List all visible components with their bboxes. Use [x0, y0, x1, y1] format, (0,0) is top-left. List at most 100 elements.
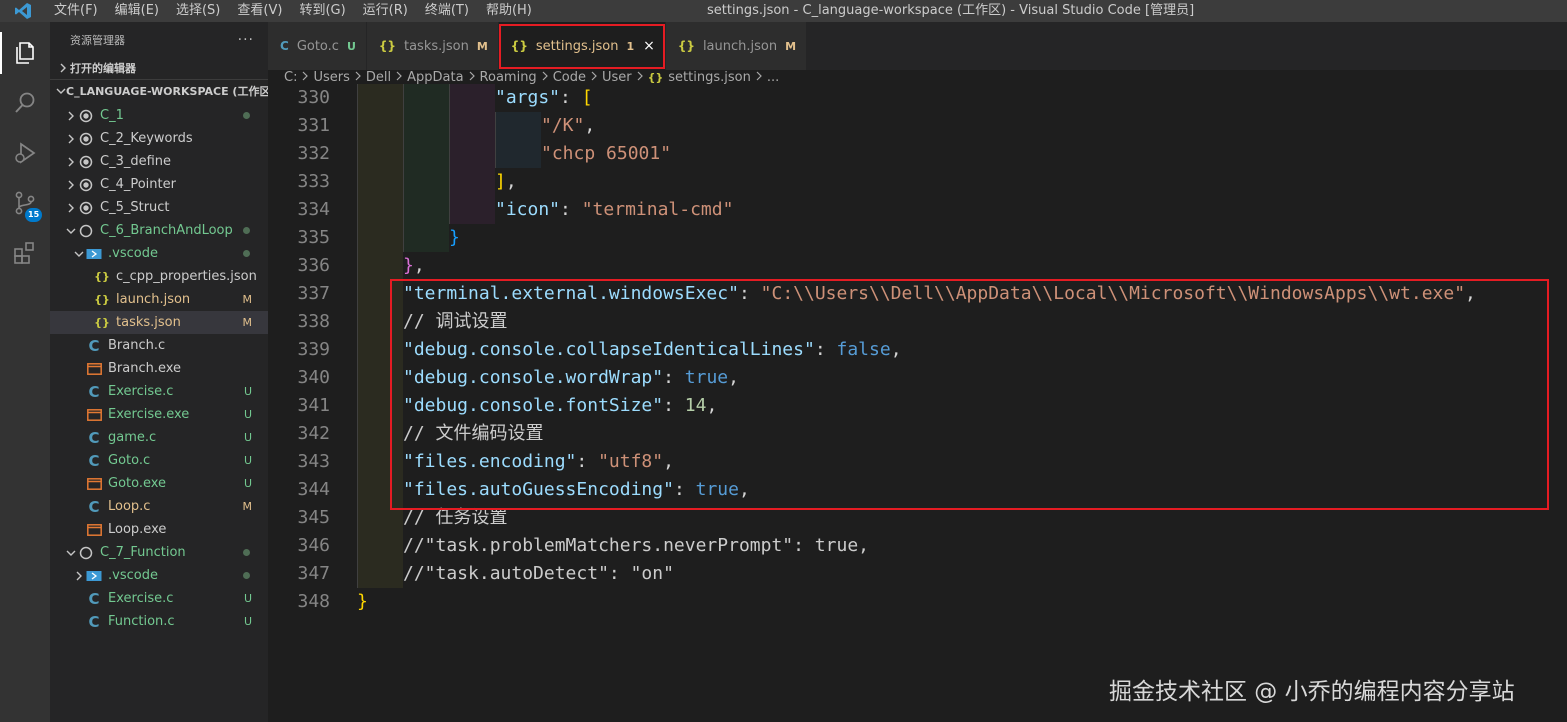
menu-item[interactable]: 查看(V) — [229, 0, 291, 22]
menu-item[interactable]: 编辑(E) — [107, 0, 168, 22]
run-debug-icon[interactable] — [0, 128, 50, 178]
menu-item[interactable]: 终端(T) — [417, 0, 478, 22]
tree-item[interactable]: {} tasks.json M — [50, 311, 268, 334]
explorer-icon[interactable] — [0, 28, 50, 78]
breadcrumb-item[interactable]: Users — [313, 70, 349, 85]
menu-item[interactable]: 运行(R) — [355, 0, 417, 22]
folder-root-open-icon — [78, 546, 94, 560]
breadcrumb-item[interactable]: User — [602, 70, 632, 85]
code-line: 344 "files.autoGuessEncoding": true, — [268, 476, 1567, 504]
tree-item[interactable]: Goto.exe U — [50, 472, 268, 495]
watermark: 掘金技术社区 @ 小乔的编程内容分享站 — [1109, 679, 1515, 705]
tree-item[interactable]: C_6_BranchAndLoop — [50, 219, 268, 242]
chevron-right-icon — [64, 111, 78, 121]
folder-root-icon — [78, 132, 94, 146]
tree-item[interactable]: {} c_cpp_properties.json — [50, 265, 268, 288]
code-editor[interactable]: 330 "args": [331 "/K", 332 "chcp 65001" 333],… — [268, 84, 1567, 722]
code-text: "debug.console.wordWrap": true, — [403, 364, 739, 392]
source-control-icon[interactable]: 15 — [0, 178, 50, 228]
tree-item[interactable]: Branch.exe — [50, 357, 268, 380]
chevron-down-icon — [56, 86, 66, 96]
code-text: "terminal.external.windowsExec": "C:\\Us… — [403, 280, 1476, 308]
tree-item[interactable]: C_1 — [50, 104, 268, 127]
code-token: , — [890, 339, 902, 360]
breadcrumb-item[interactable]: C: — [284, 70, 297, 85]
code-token: "utf8" — [598, 451, 664, 472]
open-editors-section[interactable]: 打开的编辑器 — [50, 57, 268, 79]
code-token: : — [560, 199, 582, 220]
search-icon[interactable] — [0, 78, 50, 128]
tree-item[interactable]: C Goto.c U — [50, 449, 268, 472]
code-line: 346 //"task.problemMatchers.neverPrompt":… — [268, 532, 1567, 560]
code-token: , — [413, 255, 425, 276]
tab-status-badge: U — [346, 39, 356, 53]
tree-item[interactable]: C Exercise.c U — [50, 587, 268, 610]
tree-item-label: Branch.exe — [108, 361, 182, 376]
tree-item[interactable]: C_4_Pointer — [50, 173, 268, 196]
line-number: 336 — [297, 255, 330, 276]
tree-item[interactable]: {} launch.json M — [50, 288, 268, 311]
json-file-icon: {} — [647, 70, 664, 84]
tab-label: tasks.json — [403, 38, 469, 54]
breadcrumb-item[interactable]: ... — [767, 70, 779, 85]
menu-item[interactable]: 选择(S) — [168, 0, 229, 22]
breadcrumb-item[interactable]: Roaming — [480, 70, 537, 85]
code-token: // 文件编码设置 — [403, 423, 544, 444]
json-icon: {} — [94, 293, 110, 306]
workspace-section[interactable]: C_LANGUAGE-WORKSPACE (工作区) — [50, 79, 268, 101]
tree-item[interactable]: C Function.c U — [50, 610, 268, 633]
vscode-logo-icon — [0, 0, 46, 22]
breadcrumb-item[interactable]: AppData — [407, 70, 463, 85]
tree-item[interactable]: C Loop.c M — [50, 495, 268, 518]
editor-tab[interactable]: {} tasks.json M — [366, 22, 499, 70]
tree-item[interactable]: C Branch.c — [50, 334, 268, 357]
tree-item[interactable]: C_7_Function — [50, 541, 268, 564]
code-line: 339 "debug.console.collapseIdenticalLines… — [268, 336, 1567, 364]
code-token: [ — [581, 87, 593, 108]
tree-item-label: C_2_Keywords — [100, 131, 193, 146]
json-icon: {} — [94, 270, 110, 283]
code-token: "/K" — [541, 115, 585, 136]
tree-item[interactable]: Exercise.exe U — [50, 403, 268, 426]
tree-item-label: Exercise.exe — [108, 407, 190, 422]
tree-item-label: C_7_Function — [100, 545, 186, 560]
tree-item[interactable]: C Exercise.c U — [50, 380, 268, 403]
chevron-right-icon — [64, 134, 78, 144]
json-file-icon: {} — [378, 39, 396, 53]
editor-tab[interactable]: {} settings.json 1 × — [498, 22, 666, 70]
tree-item[interactable]: C_2_Keywords — [50, 127, 268, 150]
breadcrumb-item[interactable]: Code — [553, 70, 586, 85]
explorer-title: 资源管理器 — [70, 33, 125, 47]
tree-item[interactable]: .vscode — [50, 564, 268, 587]
breadcrumb-item[interactable]: Dell — [366, 70, 391, 85]
tree-item[interactable]: .vscode — [50, 242, 268, 265]
menu-item[interactable]: 文件(F) — [46, 0, 107, 22]
code-token: "files.encoding" — [403, 451, 577, 472]
line-number: 342 — [297, 423, 330, 444]
tree-item[interactable]: C_3_define — [50, 150, 268, 173]
close-icon[interactable]: × — [643, 38, 655, 54]
modified-dot-icon — [243, 112, 250, 119]
json-file-icon: {} — [677, 39, 695, 53]
code-token: : — [673, 479, 696, 500]
breadcrumb-separator-icon — [468, 70, 476, 85]
tree-item-label: Function.c — [108, 614, 175, 629]
code-line: 334 "icon": "terminal-cmd" — [268, 196, 1567, 224]
code-line: 330 "args": [ — [268, 84, 1567, 112]
more-actions-icon[interactable]: ··· — [238, 32, 254, 48]
editor-tab[interactable]: C Goto.c U — [268, 22, 367, 70]
tree-item[interactable]: Loop.exe — [50, 518, 268, 541]
code-text: } — [449, 224, 460, 252]
code-line: 347 //"task.autoDetect": "on" — [268, 560, 1567, 588]
tab-status-badge: M — [476, 39, 488, 53]
editor-tab[interactable]: {} launch.json M — [665, 22, 808, 70]
menu-item[interactable]: 转到(G) — [291, 0, 354, 22]
code-token: "icon" — [495, 199, 561, 220]
tree-item[interactable]: C_5_Struct — [50, 196, 268, 219]
extensions-icon[interactable] — [0, 228, 50, 278]
code-token: "C:\\Users\\Dell\\AppData\\Local\\Micros… — [760, 283, 1466, 304]
breadcrumb-item[interactable]: settings.json — [668, 70, 751, 85]
code-text: "debug.console.collapseIdenticalLines": … — [403, 336, 902, 364]
menu-item[interactable]: 帮助(H) — [478, 0, 541, 22]
tree-item[interactable]: Cgame.c U — [50, 426, 268, 449]
